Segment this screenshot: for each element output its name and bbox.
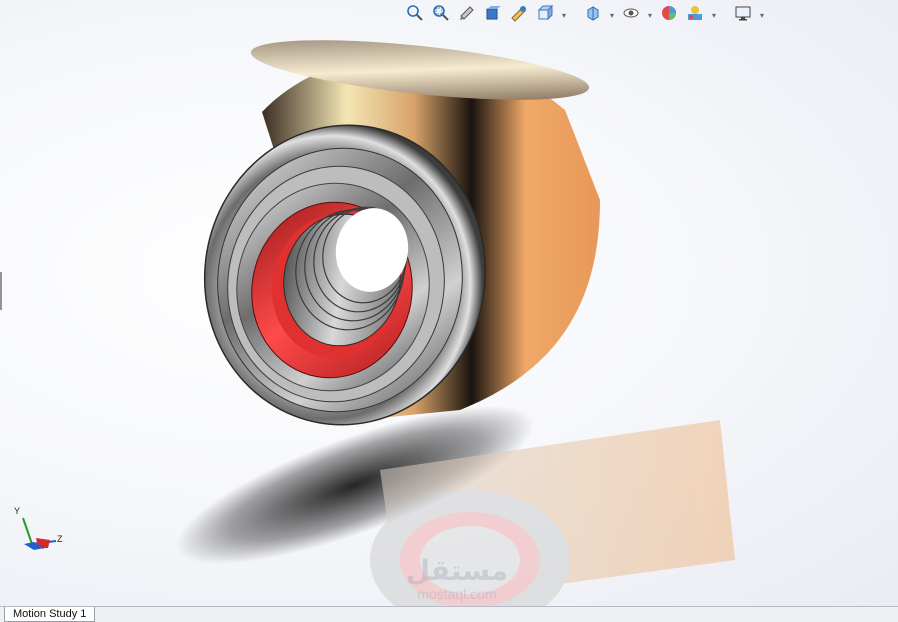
zoom-to-area-icon [432, 4, 450, 27]
view-settings-dropdown[interactable]: ▾ [758, 4, 766, 26]
zoom-to-fit-button[interactable] [404, 4, 426, 26]
section-view-icon [484, 4, 502, 27]
triad-z-label: Z [57, 534, 63, 544]
display-style-button[interactable] [582, 4, 604, 26]
reference-triad: Y Z [10, 506, 70, 558]
previous-view-button[interactable] [456, 4, 478, 26]
display-style-dropdown[interactable]: ▾ [608, 4, 616, 26]
zoom-to-fit-icon [406, 4, 424, 27]
model-scene[interactable] [0, 0, 898, 606]
view-settings-icon [734, 4, 752, 27]
tab-motion-study-1[interactable]: Motion Study 1 [4, 607, 96, 622]
zoom-to-area-button[interactable] [430, 4, 452, 26]
display-style-icon [584, 4, 602, 27]
apply-scene-icon [686, 4, 704, 27]
view-settings-button[interactable] [732, 4, 754, 26]
edit-appearance-button[interactable] [658, 4, 680, 26]
watermark-arabic: مستقل [405, 554, 509, 587]
apply-scene-button[interactable] [684, 4, 706, 26]
hide-show-items-icon [622, 4, 640, 27]
heads-up-view-toolbar: ▾ ▾ ▾ ▾ ▾ [404, 4, 766, 26]
hide-show-items-button[interactable] [620, 4, 642, 26]
edit-appearance-icon [660, 4, 678, 27]
watermark-url: mostaql.com [417, 586, 497, 602]
view-orientation-button[interactable] [534, 4, 556, 26]
view-orientation-icon [536, 4, 554, 27]
previous-view-icon [458, 4, 476, 27]
graphics-viewport[interactable]: ▾ ▾ ▾ ▾ ▾ Y Z مستقل mostaql.com [0, 0, 898, 606]
triad-y-label: Y [14, 506, 21, 516]
apply-scene-dropdown[interactable]: ▾ [710, 4, 718, 26]
section-view-button[interactable] [482, 4, 504, 26]
panel-splitter-handle[interactable] [0, 272, 2, 310]
view-orientation-dropdown[interactable]: ▾ [560, 4, 568, 26]
hide-show-items-dropdown[interactable]: ▾ [646, 4, 654, 26]
bottom-tab-bar: Motion Study 1 [0, 606, 898, 622]
dynamic-annotation-icon [510, 4, 528, 27]
dynamic-annotation-button[interactable] [508, 4, 530, 26]
watermark: مستقل mostaql.com [392, 556, 522, 606]
